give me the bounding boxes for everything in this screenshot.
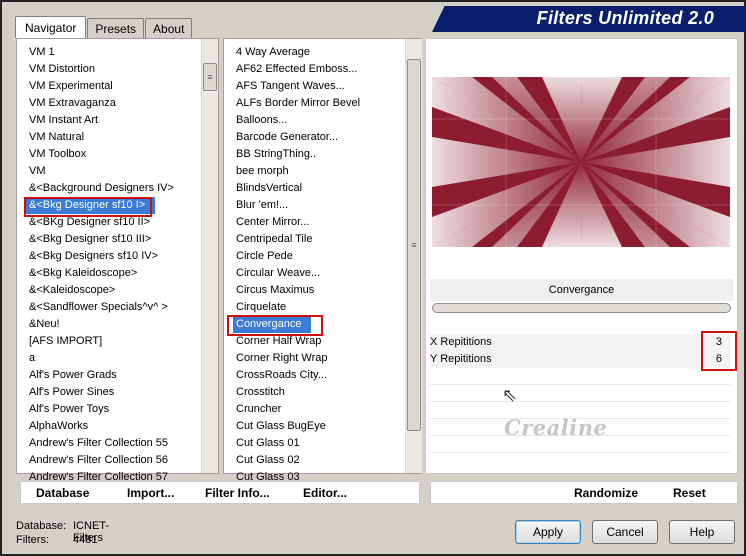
- filter-info-button[interactable]: Filter Info...: [205, 486, 270, 500]
- highlight-box-category: [24, 197, 152, 217]
- highlight-box-filter: [227, 315, 323, 336]
- status-filters-label: Filters:: [16, 534, 49, 546]
- status-filters-value: 4481: [73, 534, 98, 546]
- category-list-item[interactable]: a: [17, 350, 35, 367]
- filters-unlimited-window: Filters Unlimited 2.0 Navigator Presets …: [0, 0, 746, 556]
- editor-button[interactable]: Editor...: [303, 486, 347, 500]
- filter-list-item[interactable]: Crosstitch: [224, 384, 285, 401]
- status-filters: Filters: 4481: [16, 534, 97, 546]
- category-list-item[interactable]: VM 1: [17, 44, 55, 61]
- category-list-item[interactable]: VM Instant Art: [17, 112, 98, 129]
- preview-image: [432, 77, 730, 247]
- filter-list-item[interactable]: CrossRoads City...: [224, 367, 327, 384]
- param-row-empty: [430, 386, 730, 402]
- tab-navigator[interactable]: Navigator: [15, 16, 87, 38]
- category-list-item[interactable]: [AFS IMPORT]: [17, 333, 102, 350]
- reset-button[interactable]: Reset: [673, 486, 706, 500]
- filter-list-item[interactable]: AF62 Effected Emboss...: [224, 61, 357, 78]
- category-list-item[interactable]: Alf's Power Sines: [17, 384, 114, 401]
- param-label: Y Repititions: [430, 353, 492, 365]
- filter-list-item[interactable]: AFS Tangent Waves...: [224, 78, 345, 95]
- filter-list[interactable]: 4 Way Average AF62 Effected Emboss... AFS …: [223, 38, 422, 483]
- tab-bar: Navigator Presets About: [15, 16, 193, 38]
- category-list-item[interactable]: &Neu!: [17, 316, 60, 333]
- category-list-item[interactable]: VM Natural: [17, 129, 84, 146]
- import-button[interactable]: Import...: [127, 486, 174, 500]
- preview-pane: Convergance X Repititions 3 Y Repitition…: [425, 38, 738, 474]
- category-list-item[interactable]: Alf's Power Toys: [17, 401, 109, 418]
- category-list-item[interactable]: &<Sandflower Specials^v^ >: [17, 299, 168, 316]
- filter-list-item[interactable]: Cut Glass 01: [224, 435, 300, 452]
- filter-list-item[interactable]: Center Mirror...: [224, 214, 309, 231]
- convergance-pattern: [432, 77, 730, 247]
- param-label: X Repititions: [430, 336, 492, 348]
- filter-list-item[interactable]: Balloons...: [224, 112, 287, 129]
- status-database: Database: ICNET-Filters: [16, 520, 109, 544]
- filter-scroll-thumb[interactable]: ≡: [407, 59, 421, 431]
- filter-list-item[interactable]: Cruncher: [224, 401, 281, 418]
- param-row-x-repititions[interactable]: X Repititions 3: [430, 334, 730, 351]
- category-list-item[interactable]: AlphaWorks: [17, 418, 88, 435]
- app-title: Filters Unlimited 2.0: [536, 8, 714, 28]
- filter-list-item[interactable]: Cut Glass 02: [224, 452, 300, 469]
- category-list-item[interactable]: VM Toolbox: [17, 146, 86, 163]
- filter-list-item[interactable]: BlindsVertical: [224, 180, 302, 197]
- category-list[interactable]: VM 1 VM Distortion VM Experimental VM Extra…: [16, 38, 219, 483]
- status-database-label: Database:: [16, 520, 67, 532]
- tab-presets[interactable]: Presets: [87, 18, 145, 38]
- category-list-item[interactable]: VM Experimental: [17, 78, 113, 95]
- randomize-button[interactable]: Randomize: [574, 486, 638, 500]
- mouse-cursor-icon: ⇖: [502, 385, 518, 405]
- category-list-item[interactable]: VM: [17, 163, 46, 180]
- category-list-item[interactable]: &<Bkg Designer sf10 III>: [17, 231, 151, 248]
- filter-list-item[interactable]: 4 Way Average: [224, 44, 310, 61]
- right-toolbar: Randomize Reset: [430, 481, 738, 504]
- filter-list-item[interactable]: Circular Weave...: [224, 265, 320, 282]
- filter-list-item[interactable]: bee morph: [224, 163, 289, 180]
- help-button[interactable]: Help: [669, 520, 735, 544]
- category-list-item[interactable]: VM Extravaganza: [17, 95, 116, 112]
- param-row-y-repititions[interactable]: Y Repititions 6: [430, 351, 730, 368]
- category-list-item[interactable]: &<Bkg Designers sf10 IV>: [17, 248, 158, 265]
- category-list-item[interactable]: Alf's Power Grads: [17, 367, 117, 384]
- category-list-item[interactable]: &<Bkg Kaleidoscope>: [17, 265, 137, 282]
- filter-list-item[interactable]: BB StringThing..: [224, 146, 316, 163]
- filter-list-item[interactable]: Barcode Generator...: [224, 129, 338, 146]
- left-toolbar: Database Import... Filter Info... Editor…: [20, 481, 420, 504]
- filter-list-item[interactable]: Circus Maximus: [224, 282, 314, 299]
- category-list-item[interactable]: VM Distortion: [17, 61, 95, 78]
- category-list-item[interactable]: Andrew's Filter Collection 56: [17, 452, 168, 469]
- filter-list-item[interactable]: Corner Right Wrap: [224, 350, 328, 367]
- category-scrollbar[interactable]: ≡: [201, 39, 218, 473]
- filter-list-item[interactable]: Blur 'em!...: [224, 197, 288, 214]
- cancel-button[interactable]: Cancel: [592, 520, 658, 544]
- category-list-item[interactable]: &<Kaleidoscope>: [17, 282, 115, 299]
- database-button[interactable]: Database: [36, 486, 89, 500]
- filter-list-item[interactable]: Centripedal Tile: [224, 231, 312, 248]
- param-row-empty: [430, 369, 730, 385]
- filter-list-item[interactable]: Cirquelate: [224, 299, 286, 316]
- parameter-slider[interactable]: [432, 303, 731, 313]
- filter-list-item[interactable]: ALFs Border Mirror Bevel: [224, 95, 360, 112]
- category-list-item[interactable]: Andrew's Filter Collection 55: [17, 435, 168, 452]
- category-scroll-thumb[interactable]: ≡: [203, 63, 217, 91]
- filter-list-item[interactable]: Cut Glass BugEye: [224, 418, 326, 435]
- category-list-item[interactable]: &<Background Designers IV>: [17, 180, 174, 197]
- selected-filter-name: Convergance: [430, 279, 733, 301]
- filter-list-item[interactable]: Circle Pede: [224, 248, 293, 265]
- highlight-box-values: [701, 331, 737, 371]
- watermark-logo: Crealine: [504, 415, 608, 440]
- apply-button[interactable]: Apply: [515, 520, 581, 544]
- filter-scrollbar[interactable]: ≡: [405, 39, 422, 473]
- tab-about[interactable]: About: [145, 18, 193, 38]
